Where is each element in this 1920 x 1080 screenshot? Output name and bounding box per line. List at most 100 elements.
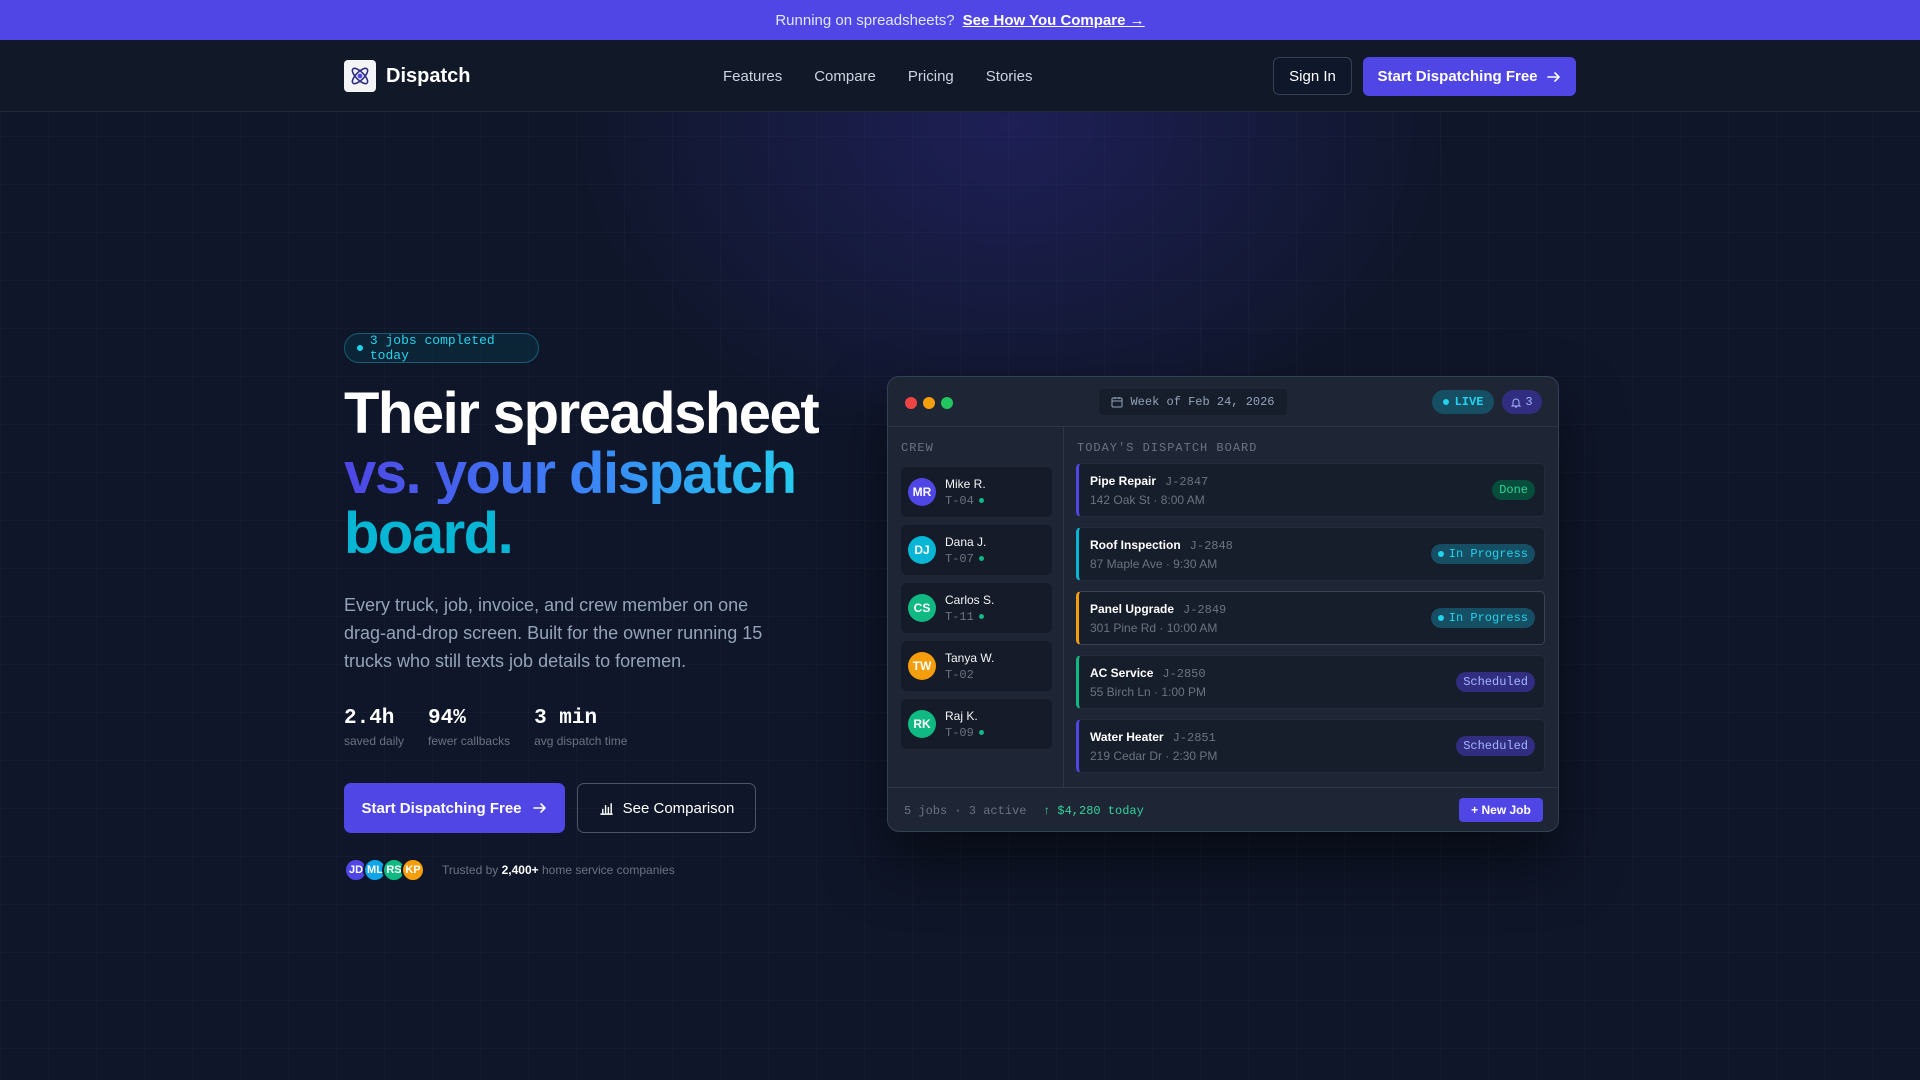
trusted-text: Trusted by 2,400+ home service companies (442, 863, 675, 877)
job-address-time: 87 Maple Ave · 9:30 AM (1090, 557, 1218, 571)
crew-label: CREW (901, 441, 934, 455)
crew-card[interactable]: CS Carlos S. T-11 (901, 583, 1052, 633)
job-id: J-2851 (1172, 731, 1216, 745)
crew-card[interactable]: MR Mike R. T-04 (901, 467, 1052, 517)
nav-link-pricing[interactable]: Pricing (908, 68, 954, 85)
hero-subhead: Every truck, job, invoice, and crew memb… (344, 595, 763, 671)
job-id: J-2848 (1189, 539, 1233, 553)
trusted-prefix: Trusted by (442, 863, 499, 877)
stat-label: avg dispatch time (534, 734, 628, 748)
status-badge: Done (1492, 480, 1535, 500)
bell-icon (1511, 398, 1522, 407)
crew-name: Tanya W. (945, 650, 995, 665)
hero-stats: 2.4h saved daily 94% fewer callbacks 3 m… (344, 707, 627, 748)
crew-card[interactable]: RK Raj K. T-09 (901, 699, 1052, 749)
start-dispatching-button[interactable]: Start Dispatching Free (344, 783, 565, 833)
live-badge: LIVE (1432, 390, 1494, 414)
nav-link-compare[interactable]: Compare (814, 68, 876, 85)
panel-titlebar: Week of Feb 24, 2026 LIVE 3 (888, 377, 1558, 427)
status-label: In Progress (1448, 611, 1528, 625)
board-label: TODAY'S DISPATCH BOARD (1077, 441, 1258, 455)
job-title: Pipe Repair (1090, 474, 1157, 488)
sign-in-button[interactable]: Sign In (1273, 57, 1352, 95)
headline-line-3: board. (344, 501, 514, 566)
crew-card[interactable]: TW Tanya W. T-02 (901, 641, 1052, 691)
announcement-bar: Running on spreadsheets? See How You Com… (0, 0, 1920, 40)
brand-logo[interactable]: Dispatch (344, 60, 470, 92)
trusted-by: JD ML RS KP Trusted by 2,400+ home servi… (344, 858, 675, 882)
job-card[interactable]: Roof Inspection J-2848 87 Maple Ave · 9:3… (1076, 527, 1545, 581)
truck-id: T-09 (945, 725, 974, 740)
avatar: TW (908, 652, 936, 680)
nav-links: Features Compare Pricing Stories (723, 68, 1032, 85)
job-card[interactable]: Water Heater J-2851 219 Cedar Dr · 2:30 P… (1076, 719, 1545, 773)
job-title: AC Service (1090, 666, 1154, 680)
arrow-right-icon (532, 803, 546, 813)
status-label: Scheduled (1463, 739, 1528, 753)
stat-value: 2.4h (344, 707, 395, 730)
progress-dot (1437, 551, 1444, 557)
stat: 2.4h saved daily (344, 707, 404, 748)
new-job-button[interactable]: + New Job (1459, 798, 1543, 822)
nav-cta-label: Start Dispatching Free (1377, 68, 1538, 85)
live-label: LIVE (1454, 395, 1484, 409)
status-badge: Scheduled (1456, 672, 1535, 692)
announcement-text: Running on spreadsheets? (775, 11, 955, 29)
footer-job-stats: 5 jobs · 3 active (904, 804, 1027, 818)
brand-name: Dispatch (386, 64, 471, 87)
status-badge: In Progress (1430, 608, 1535, 628)
notifications-badge[interactable]: 3 (1502, 390, 1542, 414)
trusted-count: 2,400+ (501, 863, 539, 877)
live-dot (1442, 399, 1449, 405)
week-selector[interactable]: Week of Feb 24, 2026 (1099, 389, 1287, 415)
status-label: Scheduled (1463, 675, 1528, 689)
top-nav: Dispatch Features Compare Pricing Storie… (0, 40, 1920, 112)
customer-avatar: KP (401, 858, 425, 882)
see-comparison-label: See Comparison (622, 799, 735, 817)
see-comparison-button[interactable]: See Comparison (577, 783, 756, 833)
online-dot (978, 614, 984, 619)
headline-line-2: vs. your dispatch (344, 444, 818, 504)
truck-id: T-07 (945, 551, 974, 566)
job-card[interactable]: Panel Upgrade J-2849 301 Pine Rd · 10:00 … (1076, 591, 1545, 645)
crew-name: Mike R. (945, 476, 986, 491)
trusted-suffix: home service companies (541, 863, 675, 877)
hero-headline: Their spreadsheet vs. your dispatch boar… (344, 381, 820, 566)
avatar: MR (908, 478, 936, 506)
start-dispatching-label: Start Dispatching Free (361, 799, 522, 817)
dispatch-board-preview: Week of Feb 24, 2026 LIVE 3 CREW MR Mike… (887, 376, 1559, 832)
stat-value: 94% (428, 707, 466, 730)
online-dot (978, 498, 984, 503)
notifications-count: 3 (1525, 395, 1533, 409)
job-id: J-2849 (1183, 603, 1227, 617)
arrow-right-icon (1546, 71, 1560, 82)
job-card[interactable]: AC Service J-2850 55 Birch Ln · 1:00 PM S… (1076, 655, 1545, 709)
job-card[interactable]: Pipe Repair J-2847 142 Oak St · 8:00 AM D… (1076, 463, 1545, 517)
crew-card[interactable]: DJ Dana J. T-07 (901, 525, 1052, 575)
stat-label: fewer callbacks (428, 734, 511, 748)
stat-value: 3 min (534, 707, 598, 730)
jobs-completed-pill: 3 jobs completed today (344, 333, 539, 363)
announcement-link[interactable]: See How You Compare → (963, 12, 1145, 29)
truck-id: T-02 (945, 667, 974, 682)
stat: 94% fewer callbacks (428, 707, 510, 748)
dispatch-board: TODAY'S DISPATCH BOARD Pipe Repair J-2847… (1064, 427, 1558, 787)
nav-link-stories[interactable]: Stories (986, 68, 1033, 85)
job-id: J-2847 (1165, 475, 1209, 489)
atom-icon (344, 60, 376, 92)
status-label: Done (1499, 483, 1528, 497)
headline-line-1: Their spreadsheet (344, 381, 820, 446)
window-minimize-dot (923, 397, 935, 409)
status-badge: Scheduled (1456, 736, 1535, 756)
nav-cta-button[interactable]: Start Dispatching Free (1363, 57, 1576, 96)
truck-id: T-11 (945, 609, 974, 624)
pill-text: 3 jobs completed today (369, 333, 495, 363)
job-address-time: 219 Cedar Dr · 2:30 PM (1090, 749, 1218, 763)
job-title: Panel Upgrade (1090, 602, 1175, 616)
footer-revenue: ↑ $4,280 today (1043, 804, 1144, 818)
job-address-time: 55 Birch Ln · 1:00 PM (1090, 685, 1207, 699)
crew-name: Carlos S. (945, 592, 995, 607)
truck-id: T-04 (945, 493, 974, 508)
nav-link-features[interactable]: Features (723, 68, 782, 85)
status-dot (357, 345, 363, 351)
